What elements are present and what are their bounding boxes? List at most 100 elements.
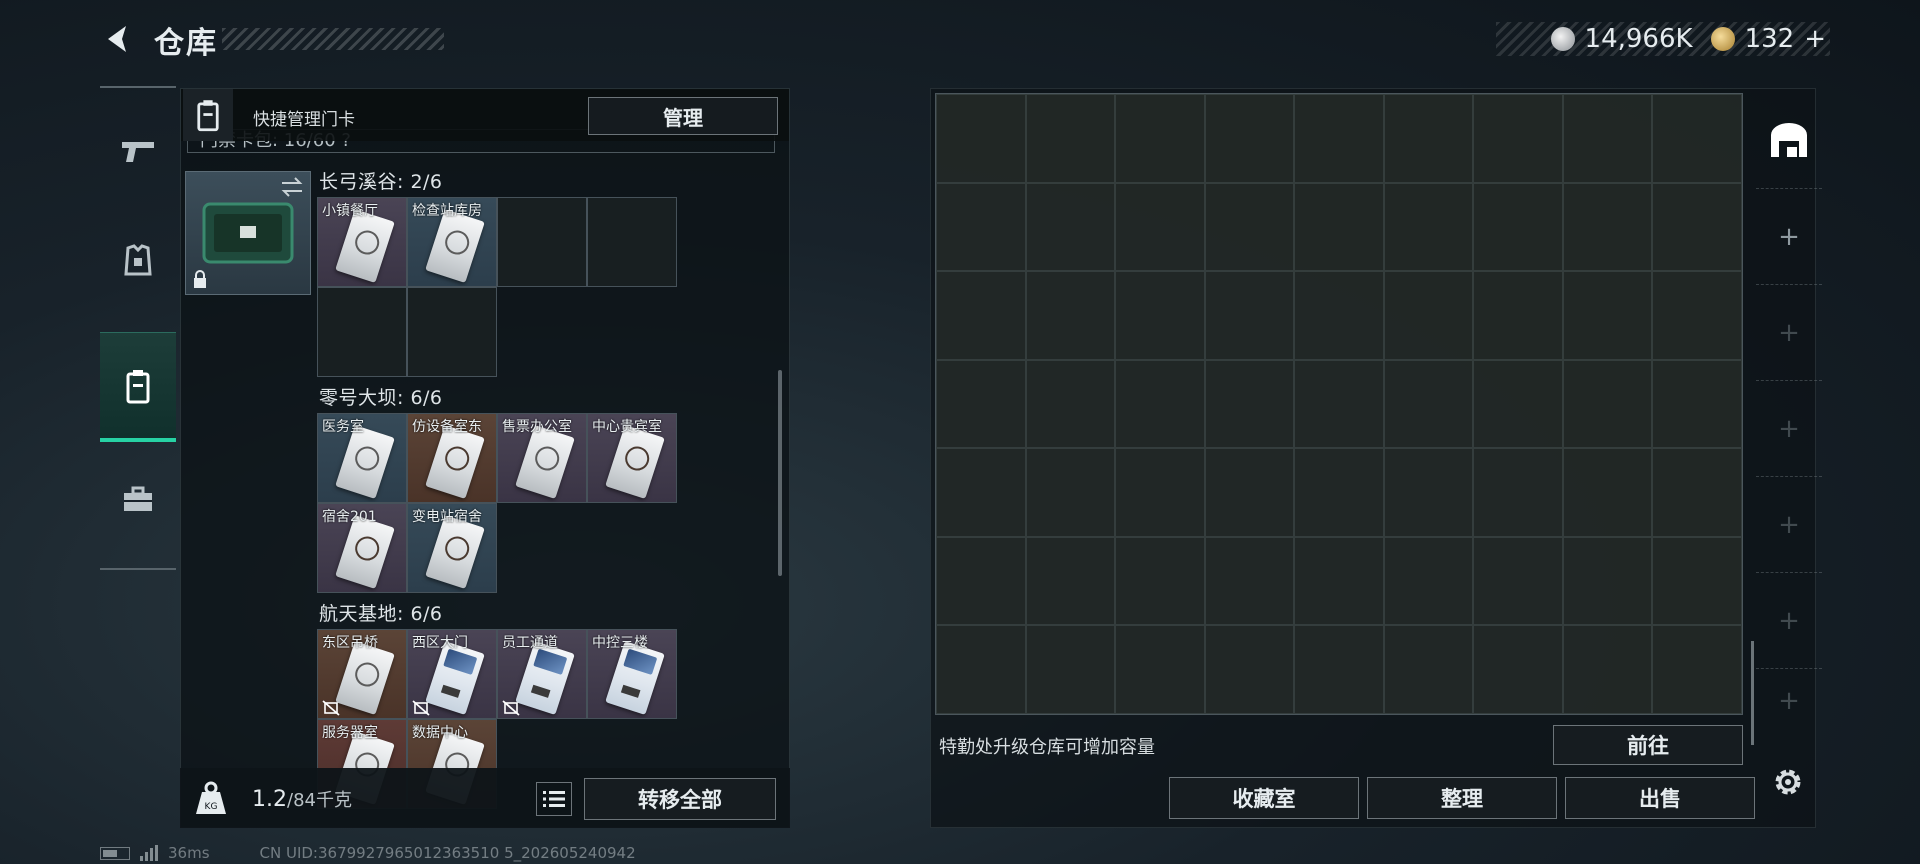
manage-button[interactable]: 管理 <box>588 97 778 135</box>
storage-cell[interactable] <box>1294 182 1384 272</box>
list-view-button[interactable] <box>536 782 572 816</box>
storage-cell[interactable] <box>1204 448 1295 537</box>
scrollbar[interactable] <box>778 370 782 576</box>
swap-icon[interactable] <box>280 176 304 198</box>
storage-cell[interactable] <box>1562 359 1653 449</box>
storage-cell[interactable] <box>1204 182 1295 272</box>
keycard-item[interactable]: 仿设备室东 <box>407 413 497 503</box>
add-storage-tab[interactable]: + <box>1756 284 1822 380</box>
storage-cell[interactable] <box>1652 271 1742 360</box>
storage-cell[interactable] <box>1473 94 1563 183</box>
storage-cell[interactable] <box>1652 94 1742 183</box>
back-button[interactable] <box>96 18 138 60</box>
keycard-item[interactable]: 东区吊桥 <box>317 629 407 719</box>
storage-cell[interactable] <box>1025 625 1116 714</box>
storage-cell[interactable] <box>1652 448 1742 537</box>
storage-cell[interactable] <box>1115 448 1205 537</box>
add-currency-button[interactable]: + <box>1804 24 1826 54</box>
storage-cell[interactable] <box>1562 536 1653 626</box>
storage-cell[interactable] <box>1473 359 1563 449</box>
storage-cell[interactable] <box>1115 94 1205 183</box>
storage-cell[interactable] <box>1383 182 1474 272</box>
keycard-item[interactable]: 医务室 <box>317 413 407 503</box>
nav-item-keycards[interactable] <box>100 332 176 442</box>
storage-cell[interactable] <box>1383 536 1474 626</box>
empty-card-slot[interactable] <box>407 287 497 377</box>
storage-cell[interactable] <box>1025 182 1116 272</box>
sort-button[interactable]: 整理 <box>1367 777 1557 819</box>
empty-card-slot[interactable] <box>587 197 677 287</box>
goto-button[interactable]: 前往 <box>1553 725 1743 765</box>
storage-cell[interactable] <box>1652 359 1742 449</box>
storage-cell[interactable] <box>1115 182 1205 272</box>
empty-card-slot[interactable] <box>497 197 587 287</box>
nav-item-armor[interactable] <box>100 206 176 316</box>
storage-cell[interactable] <box>1294 271 1384 360</box>
storage-cell[interactable] <box>1025 94 1116 183</box>
storage-cell[interactable] <box>1025 448 1116 537</box>
sell-button[interactable]: 出售 <box>1565 777 1755 819</box>
keycard-bag-slot[interactable] <box>185 171 311 295</box>
storage-cell[interactable] <box>1025 536 1116 626</box>
keycard-item[interactable]: 西区大门 <box>407 629 497 719</box>
storage-cell[interactable] <box>1115 271 1205 360</box>
storage-cell[interactable] <box>936 448 1026 537</box>
add-storage-tab[interactable]: + <box>1756 572 1822 668</box>
storage-cell[interactable] <box>1473 448 1563 537</box>
collection-room-button[interactable]: 收藏室 <box>1169 777 1359 819</box>
storage-cell[interactable] <box>936 94 1026 183</box>
add-storage-tab[interactable]: + <box>1756 188 1822 284</box>
storage-cell[interactable] <box>936 271 1026 360</box>
storage-cell[interactable] <box>1294 448 1384 537</box>
storage-cell[interactable] <box>1562 625 1653 714</box>
storage-tab-main[interactable] <box>1756 92 1822 188</box>
empty-card-slot[interactable] <box>317 287 407 377</box>
add-storage-tab[interactable]: + <box>1756 476 1822 572</box>
storage-cell[interactable] <box>936 536 1026 626</box>
storage-cell[interactable] <box>1294 359 1384 449</box>
storage-cell[interactable] <box>1204 94 1295 183</box>
storage-cell[interactable] <box>1562 94 1653 183</box>
storage-cell[interactable] <box>1294 94 1384 183</box>
storage-cell[interactable] <box>1025 271 1116 360</box>
storage-cell[interactable] <box>1562 448 1653 537</box>
storage-cell[interactable] <box>1383 359 1474 449</box>
storage-cell[interactable] <box>1562 271 1653 360</box>
keycard-item[interactable]: 中控三楼 <box>587 629 677 719</box>
storage-cell[interactable] <box>1652 536 1742 626</box>
transfer-all-button[interactable]: 转移全部 <box>584 778 776 820</box>
nav-item-toolbox[interactable] <box>100 444 176 554</box>
storage-cell[interactable] <box>1473 182 1563 272</box>
storage-scrollbar[interactable] <box>1751 641 1754 745</box>
storage-cell[interactable] <box>1115 536 1205 626</box>
storage-cell[interactable] <box>1473 625 1563 714</box>
storage-cell[interactable] <box>1025 359 1116 449</box>
storage-cell[interactable] <box>936 625 1026 714</box>
settings-button[interactable] <box>1768 762 1808 802</box>
keycard-item[interactable]: 变电站宿舍 <box>407 503 497 593</box>
storage-cell[interactable] <box>1473 536 1563 626</box>
storage-cell[interactable] <box>1383 448 1474 537</box>
keycard-item[interactable]: 售票办公室 <box>497 413 587 503</box>
keycard-item[interactable]: 宿舍201 <box>317 503 407 593</box>
storage-cell[interactable] <box>1294 536 1384 626</box>
keycard-item[interactable]: 小镇餐厅 <box>317 197 407 287</box>
storage-cell[interactable] <box>1204 625 1295 714</box>
storage-cell[interactable] <box>1115 359 1205 449</box>
storage-grid[interactable] <box>935 93 1743 715</box>
storage-cell[interactable] <box>1562 182 1653 272</box>
storage-cell[interactable] <box>1204 271 1295 360</box>
storage-cell[interactable] <box>936 359 1026 449</box>
nav-item-weapons[interactable] <box>100 96 176 206</box>
storage-cell[interactable] <box>1652 625 1742 714</box>
add-storage-tab[interactable]: + <box>1756 380 1822 476</box>
storage-cell[interactable] <box>1294 625 1384 714</box>
keycard-item[interactable]: 员工通道 <box>497 629 587 719</box>
storage-cell[interactable] <box>1115 625 1205 714</box>
storage-cell[interactable] <box>1383 271 1474 360</box>
storage-cell[interactable] <box>1204 359 1295 449</box>
keycard-bag-tab[interactable] <box>183 89 233 141</box>
add-storage-tab[interactable]: + <box>1756 668 1822 732</box>
storage-cell[interactable] <box>1383 625 1474 714</box>
keycard-item[interactable]: 检查站库房 <box>407 197 497 287</box>
